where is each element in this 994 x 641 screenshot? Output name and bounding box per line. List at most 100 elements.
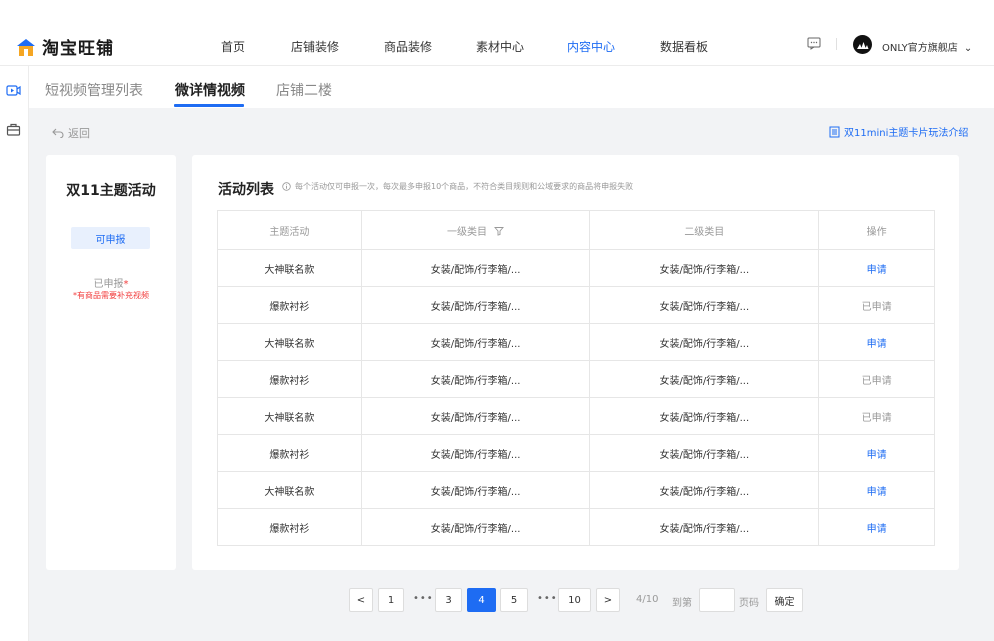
category-2-cell: 女装/配饰/行李箱/... <box>589 397 820 435</box>
action-cell[interactable]: 申请 <box>818 508 935 546</box>
activity-list-title: 活动列表 <box>218 182 274 198</box>
action-cell: 已申请 <box>818 397 935 435</box>
activity-table: 主题活动 一级类目 二级类目 操作 大神联名款 女装/配饰/行李箱/... 女装/配… <box>217 210 935 546</box>
video-required-note: *有商品需要补充视频 <box>73 291 149 300</box>
theme-cell: 爆款衬衫 <box>217 286 362 324</box>
page-button-5[interactable]: 5 <box>500 588 528 612</box>
guide-link[interactable]: 双11mini主题卡片玩法介绍 <box>829 124 968 139</box>
applied-status[interactable]: 已申报* <box>46 275 176 290</box>
shop-avatar[interactable] <box>853 35 872 54</box>
prev-page-button[interactable]: < <box>349 588 373 612</box>
applied-label: 已申报 <box>93 279 124 290</box>
action-cell: 已申请 <box>818 360 935 398</box>
nav-item-shop-decor[interactable]: 店铺装修 <box>291 38 339 55</box>
ellipsis-left[interactable]: ••• <box>413 593 434 604</box>
content-tabs: 短视频管理列表 微详情视频 店铺二楼 <box>29 66 994 108</box>
theme-cell: 大神联名款 <box>217 397 362 435</box>
category-1-cell: 女装/配饰/行李箱/... <box>360 397 591 435</box>
category-1-cell: 女装/配饰/行李箱/... <box>360 360 591 398</box>
activity-list-card: 活动列表 每个活动仅可申报一次，每次最多申报10个商品，不符合类目规则和公域要求… <box>192 155 959 570</box>
message-icon[interactable] <box>807 37 821 50</box>
brand-name: 淘宝旺铺 <box>42 39 114 59</box>
video-icon[interactable] <box>6 84 21 97</box>
category-2-cell: 女装/配饰/行李箱/... <box>589 360 820 398</box>
theme-cell: 大神联名款 <box>217 471 362 509</box>
store-logo-icon <box>17 38 35 56</box>
category-2-cell: 女装/配饰/行李箱/... <box>589 323 820 361</box>
back-arrow-icon <box>52 128 64 138</box>
column-header-category-1[interactable]: 一级类目 <box>360 210 591 250</box>
table-row: 大神联名款 女装/配饰/行李箱/... 女装/配饰/行李箱/... 申请 <box>217 249 935 287</box>
theme-cell: 大神联名款 <box>217 323 362 361</box>
action-cell: 已申请 <box>818 286 935 324</box>
nav-item-home[interactable]: 首页 <box>221 38 245 55</box>
category-1-cell: 女装/配饰/行李箱/... <box>360 249 591 287</box>
info-icon <box>282 182 291 191</box>
category-2-cell: 女装/配饰/行李箱/... <box>589 471 820 509</box>
left-rail <box>0 66 29 641</box>
table-row: 大神联名款 女装/配饰/行李箱/... 女装/配饰/行李箱/... 申请 <box>217 323 935 361</box>
ellipsis-right[interactable]: ••• <box>537 593 558 604</box>
table-row: 爆款衬衫 女装/配饰/行李箱/... 女装/配饰/行李箱/... 已申请 <box>217 286 935 324</box>
page-button-10[interactable]: 10 <box>558 588 591 612</box>
active-tab-indicator <box>174 104 244 107</box>
page-indicator: 4/10 <box>636 594 658 605</box>
table-header-row: 主题活动 一级类目 二级类目 操作 <box>217 210 935 250</box>
tab-short-video-list[interactable]: 短视频管理列表 <box>45 80 143 100</box>
activity-hint-text: 每个活动仅可申报一次，每次最多申报10个商品，不符合类目规则和公域要求的商品将申… <box>295 182 634 191</box>
category-2-cell: 女装/配饰/行李箱/... <box>589 249 820 287</box>
nav-item-product-decor[interactable]: 商品装修 <box>384 38 432 55</box>
category-2-cell: 女装/配饰/行李箱/... <box>589 434 820 472</box>
chevron-down-icon: ⌄ <box>963 43 973 54</box>
shop-name: ONLY官方旗舰店 <box>882 43 958 54</box>
page-indicator-total: /10 <box>642 594 659 605</box>
page-button-3[interactable]: 3 <box>435 588 462 612</box>
can-apply-button[interactable]: 可申报 <box>71 227 150 249</box>
table-row: 爆款衬衫 女装/配饰/行李箱/... 女装/配饰/行李箱/... 已申请 <box>217 360 935 398</box>
page-unit-label: 页码 <box>739 598 759 609</box>
filter-icon[interactable] <box>494 226 505 236</box>
pagination: < 1 ••• 3 4 5 ••• 10 > 4/10 到第 页码 确定 <box>0 588 994 612</box>
page-button-1[interactable]: 1 <box>378 588 404 612</box>
back-button[interactable]: 返回 <box>52 125 90 141</box>
column-header-action: 操作 <box>818 210 935 250</box>
goto-confirm-button[interactable]: 确定 <box>766 588 803 612</box>
category-1-cell: 女装/配饰/行李箱/... <box>360 434 591 472</box>
nav-item-materials[interactable]: 素材中心 <box>476 38 524 55</box>
table-row: 爆款衬衫 女装/配饰/行李箱/... 女装/配饰/行李箱/... 申请 <box>217 434 935 472</box>
theme-cell: 爆款衬衫 <box>217 434 362 472</box>
category-2-cell: 女装/配饰/行李箱/... <box>589 286 820 324</box>
category-1-cell: 女装/配饰/行李箱/... <box>360 508 591 546</box>
nav-item-content-center[interactable]: 内容中心 <box>567 38 615 55</box>
category-2-cell: 女装/配饰/行李箱/... <box>589 508 820 546</box>
brand-logo[interactable]: 淘宝旺铺 <box>16 34 114 59</box>
top-bar: 淘宝旺铺 首页 店铺装修 商品装修 素材中心 内容中心 数据看板 ONLY官方旗… <box>0 0 994 66</box>
next-page-button[interactable]: > <box>596 588 620 612</box>
action-cell[interactable]: 申请 <box>818 323 935 361</box>
page-button-4[interactable]: 4 <box>467 588 496 612</box>
activity-hint: 每个活动仅可申报一次，每次最多申报10个商品，不符合类目规则和公域要求的商品将申… <box>282 181 633 192</box>
adidas-logo-icon <box>857 41 869 49</box>
column-header-theme: 主题活动 <box>217 210 362 250</box>
guide-link-label: 双11mini主题卡片玩法介绍 <box>844 128 969 139</box>
divider <box>836 38 837 50</box>
goto-page-input[interactable] <box>699 588 735 612</box>
action-cell[interactable]: 申请 <box>818 249 935 287</box>
theme-cell: 爆款衬衫 <box>217 360 362 398</box>
action-cell[interactable]: 申请 <box>818 471 935 509</box>
tab-micro-detail-video[interactable]: 微详情视频 <box>175 80 245 100</box>
back-label: 返回 <box>68 127 90 140</box>
category-1-cell: 女装/配饰/行李箱/... <box>360 323 591 361</box>
theme-activity-card: 双11主题活动 可申报 已申报* *有商品需要补充视频 <box>46 155 176 570</box>
nav-item-dashboard[interactable]: 数据看板 <box>660 38 708 55</box>
action-cell[interactable]: 申请 <box>818 434 935 472</box>
tab-shop-second-floor[interactable]: 店铺二楼 <box>276 80 332 100</box>
theme-activity-title: 双11主题活动 <box>66 183 156 199</box>
category-1-cell: 女装/配饰/行李箱/... <box>360 286 591 324</box>
briefcase-icon[interactable] <box>6 123 21 136</box>
column-header-category-2: 二级类目 <box>589 210 820 250</box>
shop-switcher[interactable]: ONLY官方旗舰店 ⌄ <box>882 39 972 54</box>
table-row: 大神联名款 女装/配饰/行李箱/... 女装/配饰/行李箱/... 申请 <box>217 471 935 509</box>
table-row: 大神联名款 女装/配饰/行李箱/... 女装/配饰/行李箱/... 已申请 <box>217 397 935 435</box>
table-row: 爆款衬衫 女装/配饰/行李箱/... 女装/配饰/行李箱/... 申请 <box>217 508 935 546</box>
